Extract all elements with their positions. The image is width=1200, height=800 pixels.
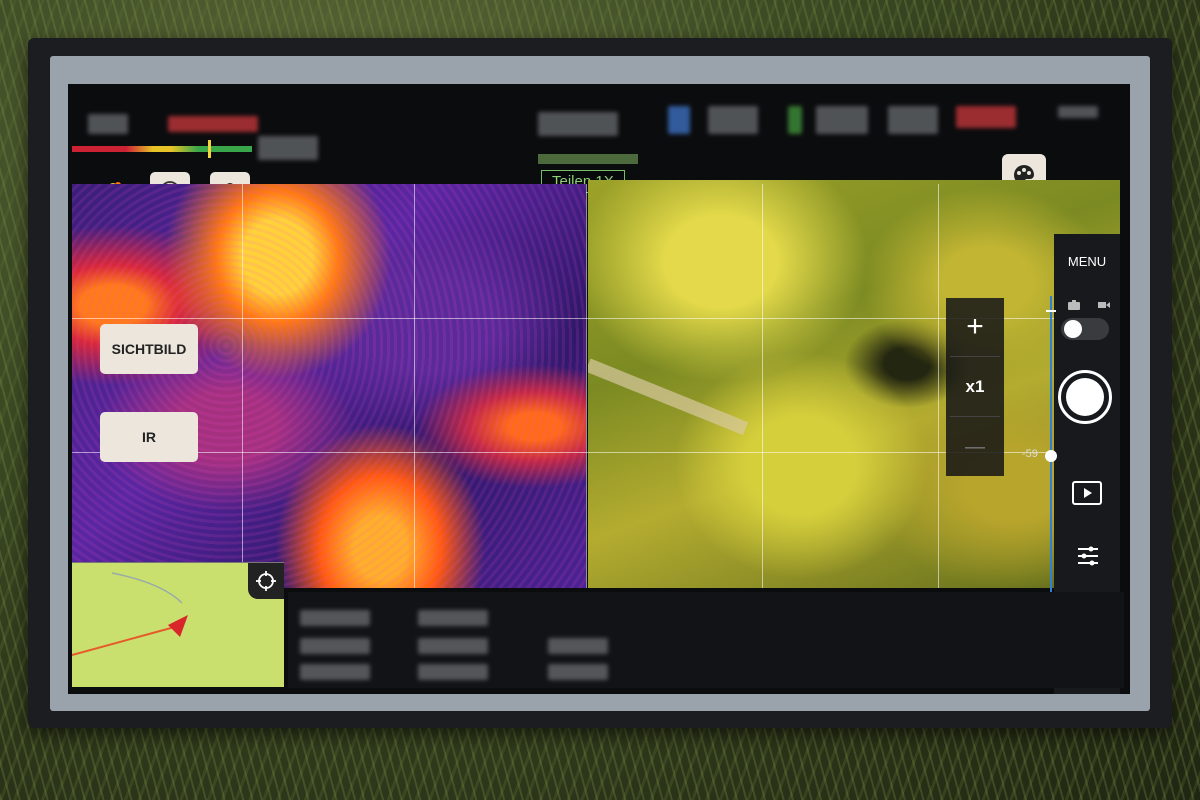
rc-icon-blurred: [788, 106, 802, 134]
warning-status-blurred: [168, 116, 258, 132]
shutter-button[interactable]: [1058, 370, 1112, 424]
menu-button[interactable]: MENU: [1054, 254, 1120, 269]
telemetry-value-blurred: [300, 664, 370, 680]
share-indicator-bar: [538, 154, 638, 164]
camera-icon: [1068, 300, 1080, 310]
flight-mode-blurred: [538, 112, 618, 136]
signal-strength-bar: [72, 146, 252, 152]
photo-video-toggle[interactable]: [1061, 318, 1109, 340]
visual-feed[interactable]: [588, 180, 1120, 588]
exposure-value: -59: [1022, 448, 1038, 460]
video-signal-blurred: [888, 106, 938, 134]
telemetry-value-blurred: [548, 664, 608, 680]
gps-icon-blurred: [668, 106, 690, 134]
visual-mode-button[interactable]: SICHTBILD: [100, 324, 198, 374]
zoom-panel: + x1 —: [946, 298, 1004, 476]
zoom-level[interactable]: x1: [946, 358, 1004, 416]
telemetry-panel: [288, 592, 1124, 688]
locate-button[interactable]: [248, 563, 284, 599]
telemetry-value-blurred: [548, 638, 608, 654]
rc-value-blurred: [816, 106, 868, 134]
battery-blurred: [956, 106, 1016, 128]
thermal-feed[interactable]: [72, 184, 586, 588]
video-icon: [1098, 302, 1110, 308]
signal-value-blurred: [258, 136, 318, 160]
aircraft-arrow-icon: [168, 615, 188, 637]
exposure-slider-track[interactable]: [1050, 296, 1052, 596]
zoom-in-button[interactable]: +: [946, 298, 1004, 356]
ir-mode-button[interactable]: IR: [100, 412, 198, 462]
telemetry-value-blurred: [418, 638, 488, 654]
exposure-slider-tick: [1046, 310, 1056, 312]
crosshair-locate-icon: [256, 571, 276, 591]
settings-sliders-icon[interactable]: [1076, 544, 1100, 568]
play-icon[interactable]: [1072, 481, 1102, 505]
zoom-out-button[interactable]: —: [946, 418, 1004, 476]
signal-marker: [208, 140, 211, 158]
menu-dots-blurred: [1058, 106, 1098, 118]
telemetry-value-blurred: [418, 610, 488, 626]
telemetry-value-blurred: [418, 664, 488, 680]
exposure-slider-knob[interactable]: [1045, 450, 1057, 462]
gps-value-blurred: [708, 106, 758, 134]
top-status-bar: [68, 84, 1130, 180]
telemetry-value-blurred: [300, 638, 370, 654]
telemetry-value-blurred: [300, 610, 370, 626]
minimap[interactable]: [72, 562, 284, 687]
aircraft-status-blurred: [88, 114, 128, 134]
forest-road: [588, 358, 749, 436]
drone-app-screen: Teilen 1X SICHTBILD IR + x1 — MENU -59: [68, 84, 1130, 694]
